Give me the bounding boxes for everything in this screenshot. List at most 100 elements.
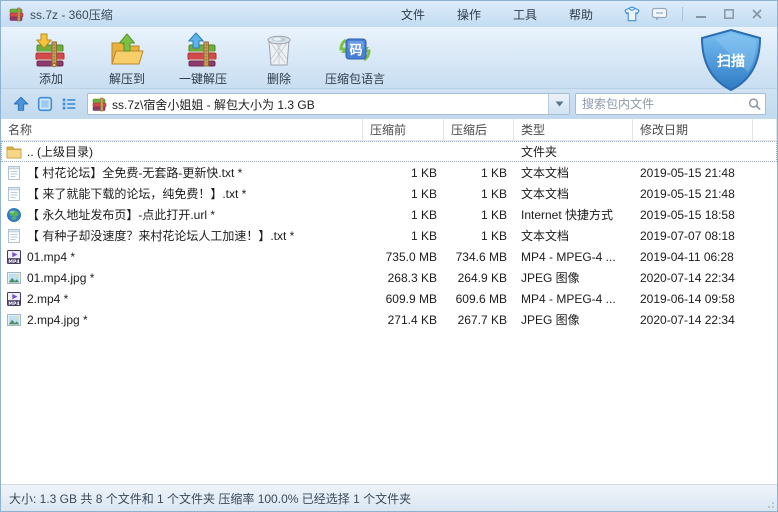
status-text: 大小: 1.3 GB 共 8 个文件和 1 个文件夹 压缩率 100.0% 已经… xyxy=(9,491,412,506)
status-bar: 大小: 1.3 GB 共 8 个文件和 1 个文件夹 压缩率 100.0% 已经… xyxy=(1,484,777,511)
text-file-icon xyxy=(8,186,20,201)
list-mode-button[interactable] xyxy=(57,93,81,115)
magnifier-icon[interactable] xyxy=(748,97,761,111)
tool-label: 解压到 xyxy=(108,71,145,86)
file-date: 2020-07-14 22:34 xyxy=(640,312,735,327)
file-type: MP4 - MPEG-4 ... xyxy=(521,249,616,264)
table-row[interactable]: 【 村花论坛】全免费-无套路-更新快.txt * 1 KB 1 KB 文本文档 … xyxy=(1,162,777,183)
minimize-button[interactable] xyxy=(687,4,715,24)
globe-icon xyxy=(7,207,21,222)
size-before: 271.4 KB xyxy=(387,312,437,327)
file-name: 【 有种子却没速度？来村花论坛人工加速！】.txt * xyxy=(27,229,295,243)
file-date: 2020-07-14 22:34 xyxy=(640,270,735,285)
one-click-extract-icon xyxy=(187,32,217,66)
column-header-spacer xyxy=(753,119,777,140)
column-header-size-before[interactable]: 压缩前 xyxy=(363,119,444,140)
size-after: 1 KB xyxy=(480,207,507,222)
list-mode-icon xyxy=(62,98,76,110)
svg-text:MP4: MP4 xyxy=(8,300,19,306)
up-button[interactable] xyxy=(9,93,33,115)
table-row[interactable]: 01.mp4.jpg * 268.3 KB 264.9 KB JPEG 图像 2… xyxy=(1,267,777,288)
table-row[interactable]: 【 永久地址发布页】-点此打开.url * 1 KB 1 KB Internet… xyxy=(1,204,777,225)
view-mode-button[interactable] xyxy=(33,93,57,115)
size-after: 1 KB xyxy=(480,165,507,180)
column-header-type[interactable]: 类型 xyxy=(514,119,633,140)
up-icon xyxy=(13,96,29,111)
size-before: 1 KB xyxy=(410,207,437,222)
search-input[interactable] xyxy=(582,97,749,111)
file-name: 【 永久地址发布页】-点此打开.url * xyxy=(27,208,216,222)
menu-file[interactable]: 文件 xyxy=(385,2,441,27)
one-click-extract-button[interactable]: 一键解压 xyxy=(165,29,241,87)
scan-shield-button[interactable]: 扫描 xyxy=(693,27,769,93)
titlebar-icons xyxy=(623,5,668,23)
size-after: 734.6 MB xyxy=(455,249,507,264)
skin-icon[interactable] xyxy=(623,5,641,23)
file-type: JPEG 图像 xyxy=(521,271,580,285)
close-button[interactable] xyxy=(743,4,771,24)
file-date: 2019-04-11 06:28 xyxy=(640,249,734,264)
tool-label: 添加 xyxy=(38,71,63,86)
menu-bar: 文件 操作 工具 帮助 xyxy=(385,2,609,27)
file-date: 2019-06-14 09:58 xyxy=(640,291,735,306)
mp4-file-icon: MP4 xyxy=(7,249,21,264)
app-window: ss.7z - 360压缩 文件 操作 工具 帮助 添加 解压到 一键解压 删除… xyxy=(0,0,778,512)
search-box xyxy=(575,93,766,115)
menu-actions[interactable]: 操作 xyxy=(441,2,497,27)
resize-grip-icon[interactable] xyxy=(765,499,775,509)
column-header-date[interactable]: 修改日期 xyxy=(633,119,753,140)
folder-icon xyxy=(6,146,22,158)
svg-text:MP4: MP4 xyxy=(8,258,19,264)
file-name: 【 来了就能下载的论坛，纯免费！】.txt * xyxy=(27,187,247,201)
extract-to-button[interactable]: 解压到 xyxy=(89,29,165,87)
column-header-size-after[interactable]: 压缩后 xyxy=(444,119,514,140)
file-name: 01.mp4.jpg * xyxy=(27,270,95,285)
table-row[interactable]: 2.mp4.jpg * 271.4 KB 267.7 KB JPEG 图像 20… xyxy=(1,309,777,330)
svg-text:码: 码 xyxy=(349,43,362,58)
path-combobox[interactable]: ss.7z\宿舍小姐姐 - 解包大小为 1.3 GB xyxy=(87,93,570,115)
menu-help[interactable]: 帮助 xyxy=(553,2,609,27)
tool-label: 删除 xyxy=(266,71,291,86)
file-date: 2019-05-15 18:58 xyxy=(640,207,735,222)
size-before: 609.9 MB xyxy=(385,291,437,306)
size-before: 268.3 KB xyxy=(387,270,437,285)
menu-tools[interactable]: 工具 xyxy=(497,2,553,27)
toolbar: 添加 解压到 一键解压 删除 码 压缩包语言 扫描 xyxy=(1,27,777,92)
file-name: 01.mp4 * xyxy=(27,249,76,264)
table-row[interactable]: MP4 2.mp4 * 609.9 MB 609.6 MB MP4 - MPEG… xyxy=(1,288,777,309)
path-dropdown-button[interactable] xyxy=(548,94,569,114)
delete-button[interactable]: 删除 xyxy=(241,29,317,87)
feedback-icon[interactable] xyxy=(651,6,668,22)
maximize-button[interactable] xyxy=(715,4,743,24)
file-type: 文本文档 xyxy=(521,187,570,201)
column-header-name[interactable]: 名称 xyxy=(1,119,363,140)
size-before: 1 KB xyxy=(410,228,437,243)
table-row[interactable]: 【 来了就能下载的论坛，纯免费！】.txt * 1 KB 1 KB 文本文档 2… xyxy=(1,183,777,204)
list-header: 名称 压缩前 压缩后 类型 修改日期 xyxy=(1,119,777,141)
add-button[interactable]: 添加 xyxy=(13,29,89,87)
file-type: MP4 - MPEG-4 ... xyxy=(521,291,616,306)
size-after: 1 KB xyxy=(480,186,507,201)
divider xyxy=(682,7,683,21)
archive-language-icon: 码 xyxy=(339,38,371,61)
file-date: 2019-05-15 21:48 xyxy=(640,165,735,180)
text-file-icon xyxy=(8,228,20,243)
title-bar: ss.7z - 360压缩 文件 操作 工具 帮助 xyxy=(1,1,777,27)
file-name: .. (上级目录) xyxy=(27,145,93,159)
file-type: Internet 快捷方式 xyxy=(521,208,614,222)
size-after: 1 KB xyxy=(480,228,507,243)
file-name: 【 村花论坛】全免费-无套路-更新快.txt * xyxy=(27,166,243,180)
table-row[interactable]: 【 有种子却没速度？来村花论坛人工加速！】.txt * 1 KB 1 KB 文本… xyxy=(1,225,777,246)
size-before: 1 KB xyxy=(410,165,437,180)
table-row[interactable]: .. (上级目录) 文件夹 xyxy=(1,141,777,162)
table-row[interactable]: MP4 01.mp4 * 735.0 MB 734.6 MB MP4 - MPE… xyxy=(1,246,777,267)
file-name: 2.mp4 * xyxy=(27,291,69,306)
file-list: 名称 压缩前 压缩后 类型 修改日期 .. (上级目录) 文件夹 【 村花论坛】… xyxy=(1,119,777,486)
mp4-file-icon: MP4 xyxy=(7,291,21,306)
scan-label: 扫描 xyxy=(717,53,745,70)
size-before: 735.0 MB xyxy=(385,249,437,264)
archive-language-button[interactable]: 码 压缩包语言 xyxy=(317,29,393,87)
window-title: ss.7z - 360压缩 xyxy=(30,7,113,22)
file-type: 文本文档 xyxy=(521,229,570,243)
tool-label: 压缩包语言 xyxy=(324,71,385,86)
